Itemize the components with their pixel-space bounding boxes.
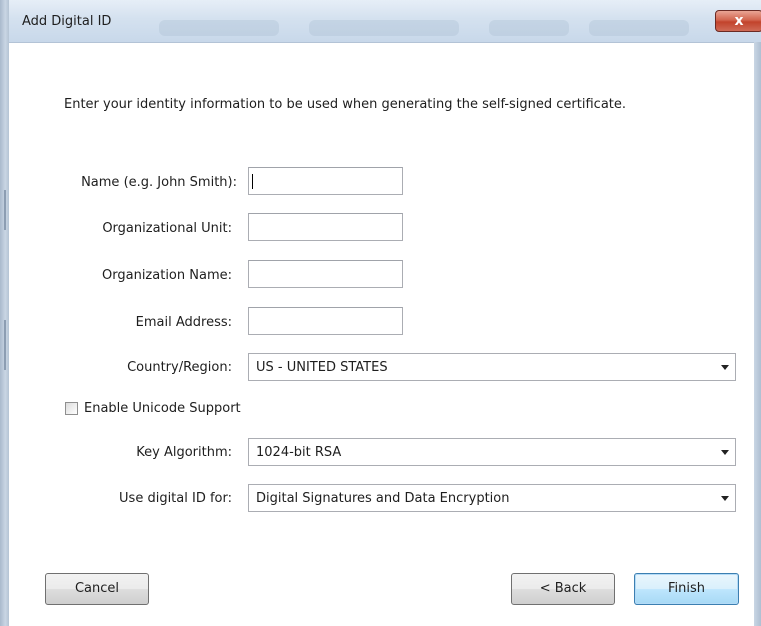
country-label: Country/Region: [127,360,232,375]
background-blur [159,20,279,36]
window-title: Add Digital ID [22,14,112,29]
background-blur [489,20,569,36]
key-algorithm-select[interactable]: 1024-bit RSA [248,438,736,466]
country-select[interactable]: US - UNITED STATES [248,353,736,381]
title-bar[interactable]: Add Digital ID x [9,0,761,43]
name-label: Name (e.g. John Smith): [81,175,237,190]
back-button[interactable]: < Back [511,573,615,605]
org-unit-field[interactable] [248,213,403,241]
usage-select-value: Digital Signatures and Data Encryption [256,491,510,506]
org-unit-label: Organizational Unit: [102,221,232,236]
chevron-down-icon [721,496,729,501]
key-algorithm-value: 1024-bit RSA [256,445,342,460]
org-name-field[interactable] [248,260,403,288]
frame-resize-mark [4,190,6,230]
frame-resize-mark [4,320,6,370]
email-label: Email Address: [135,315,232,330]
country-select-value: US - UNITED STATES [256,360,388,375]
chevron-down-icon [721,365,729,370]
usage-select[interactable]: Digital Signatures and Data Encryption [248,484,736,512]
org-name-label: Organization Name: [102,268,232,283]
usage-label: Use digital ID for: [119,491,232,506]
close-button[interactable]: x [715,10,761,32]
window-frame-left [0,0,9,626]
cancel-button[interactable]: Cancel [45,573,149,605]
name-field[interactable] [248,167,403,195]
window-frame-right [754,42,761,626]
text-caret [252,174,253,189]
email-field[interactable] [248,307,403,335]
finish-button[interactable]: Finish [634,573,739,605]
unicode-checkbox-label[interactable]: Enable Unicode Support [84,401,241,416]
background-blur [589,20,689,36]
background-blur [309,20,459,36]
instruction-text: Enter your identity information to be us… [64,97,627,112]
unicode-checkbox[interactable] [65,402,78,415]
close-icon: x [734,13,744,29]
chevron-down-icon [721,450,729,455]
key-algorithm-label: Key Algorithm: [136,445,232,460]
